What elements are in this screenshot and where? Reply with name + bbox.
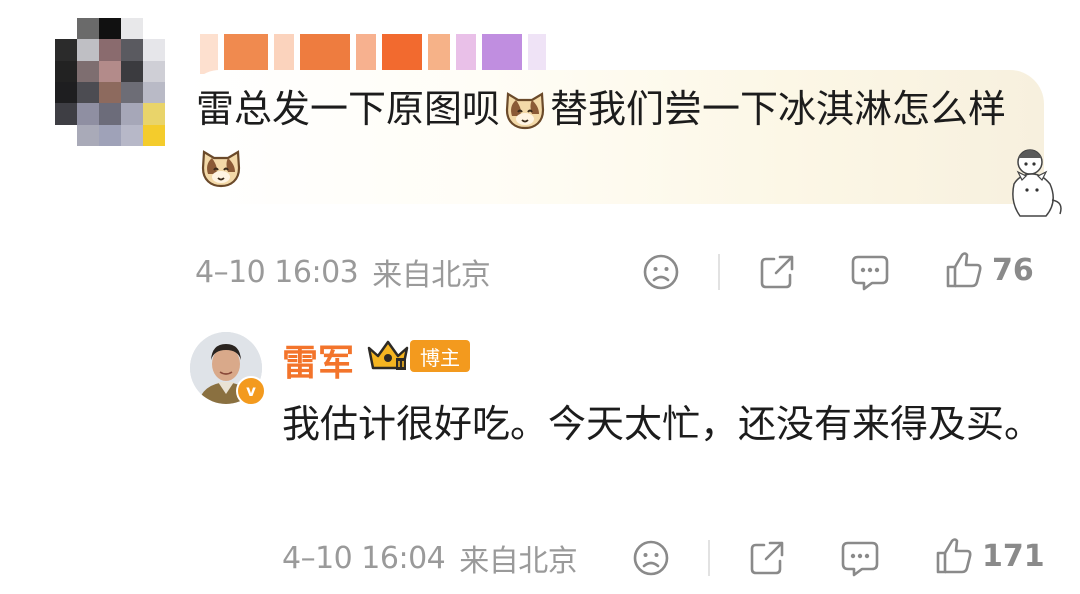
comment-icon: [851, 255, 889, 291]
share-icon: [760, 255, 794, 289]
reply-meta: 4–10 16:04 来自北京: [282, 538, 578, 580]
comment-text: 雷总发一下原图呗 替我们尝一下冰淇淋怎么样: [196, 80, 1016, 196]
comment-location: 来自北京: [372, 258, 491, 293]
action-divider: [718, 254, 720, 290]
reply-location: 来自北京: [459, 544, 578, 579]
comment-text-part2: 替我们尝一下冰淇淋怎么样: [550, 87, 1007, 131]
reply-share-button[interactable]: [748, 539, 786, 577]
sad-face-icon: [643, 254, 679, 290]
commenter-avatar-pixelated[interactable]: [55, 18, 165, 146]
reply-time: 4–10 16:04: [282, 540, 446, 576]
thumbs-up-icon: [946, 252, 982, 288]
comment-text-part1: 雷总发一下原图呗: [196, 87, 501, 131]
action-divider: [708, 540, 710, 576]
comment-button[interactable]: [850, 252, 890, 292]
reply-author-name[interactable]: 雷军: [282, 334, 354, 386]
share-button[interactable]: [758, 253, 796, 291]
thumbs-up-icon: [936, 538, 972, 574]
verified-badge: v: [236, 376, 266, 406]
reply-like-count: 171: [982, 538, 1045, 574]
share-icon: [750, 541, 784, 575]
like-count: 76: [992, 252, 1034, 288]
reply-comment-button[interactable]: [840, 538, 880, 578]
comment-time: 4–10 16:03: [195, 254, 359, 290]
cat-face-icon: [505, 92, 545, 130]
sad-face-icon: [633, 540, 669, 576]
bubble-decoration-cat-sticker: [1012, 149, 1062, 217]
reply-dislike-button[interactable]: [632, 539, 670, 577]
like-button[interactable]: 76: [944, 250, 1034, 290]
reply-text: 我估计很好吃。今天太忙，还没有来得及买。: [282, 402, 1043, 446]
crown-level-icon: [367, 340, 409, 370]
blogger-badge: 博主: [410, 340, 470, 372]
reply-like-button[interactable]: 171: [934, 536, 1045, 576]
dislike-button[interactable]: [642, 253, 680, 291]
comment-icon: [841, 541, 879, 577]
cat-face-icon: [201, 150, 241, 188]
comment-meta: 4–10 16:03 来自北京: [195, 252, 491, 294]
